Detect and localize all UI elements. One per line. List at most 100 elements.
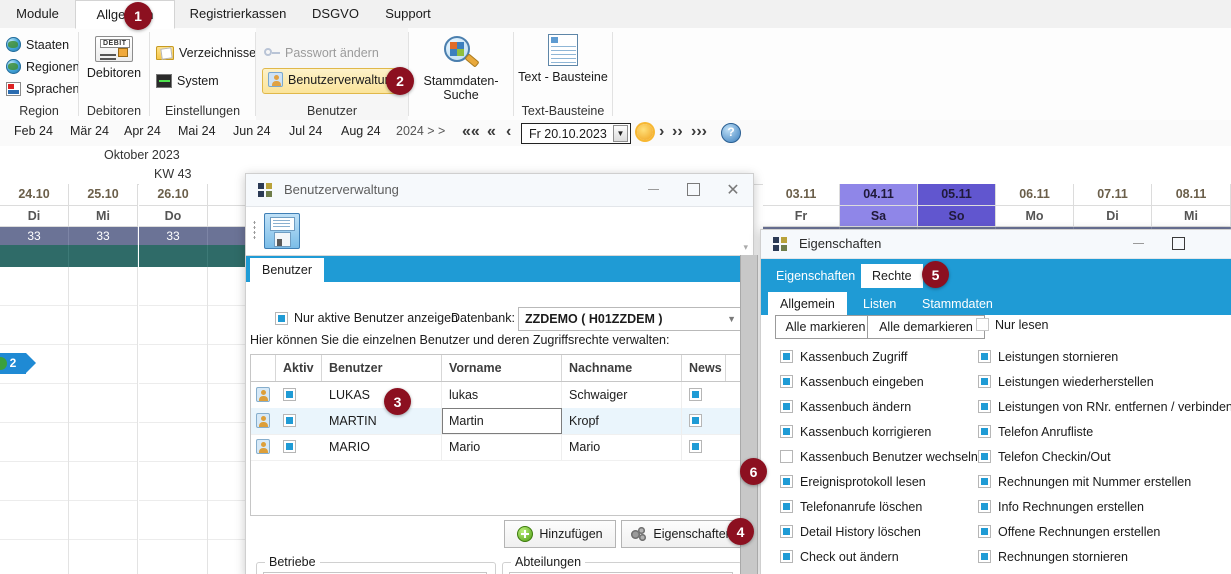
table-row[interactable]: MARIO Mario Mario	[251, 434, 741, 461]
tab-rechte[interactable]: Rechte	[861, 264, 923, 288]
tab-allgemein[interactable]: Allgemein	[768, 292, 847, 316]
chevron-down-icon[interactable]: ▼	[612, 125, 628, 142]
tab-eigenschaften[interactable]: Eigenschaften	[765, 264, 866, 288]
ribbon-item-verzeichnisse[interactable]: Verzeichnisse	[156, 42, 256, 64]
properties-button[interactable]: Eigenschaften	[621, 520, 743, 548]
month-link-aug24[interactable]: Aug 24	[341, 124, 381, 138]
date-input[interactable]: Fr 20.10.2023 ▼	[521, 123, 631, 144]
right-rechnungen-stornieren[interactable]: Rechnungen stornieren	[978, 549, 1128, 565]
column-benutzer[interactable]: Benutzer	[322, 355, 442, 381]
right-telefonanrufe-loeschen[interactable]: Telefonanrufe löschen	[780, 499, 922, 515]
right-leistungen-rnr-entfernen[interactable]: Leistungen von RNr. entfernen / verbinde…	[978, 399, 1231, 415]
right-leistungen-stornieren[interactable]: Leistungen stornieren	[978, 349, 1118, 365]
nav-next-icon[interactable]: ›	[659, 122, 664, 142]
right-check-out-aendern[interactable]: Check out ändern	[780, 549, 899, 565]
nav-prev-fast-icon[interactable]: «	[487, 122, 496, 142]
close-icon[interactable]: ✕	[713, 174, 753, 205]
add-user-button[interactable]: Hinzufügen	[504, 520, 616, 548]
right-telefon-checkin-out[interactable]: Telefon Checkin/Out	[978, 449, 1111, 465]
users-table[interactable]: Aktiv Benutzer Vorname Nachname News LUK…	[250, 354, 742, 516]
year-forward-link[interactable]: 2024 > >	[396, 124, 445, 138]
row-news-checkbox[interactable]	[689, 388, 702, 401]
month-link-apr24[interactable]: Apr 24	[124, 124, 161, 138]
maximize-button[interactable]	[1158, 230, 1198, 257]
month-link-maer24[interactable]: Mär 24	[70, 124, 109, 138]
ribbon-item-staaten[interactable]: Staaten	[6, 34, 69, 56]
right-label: Telefonanrufe löschen	[800, 500, 923, 514]
ribbon-item-debitoren[interactable]: DEBIT Debitoren	[79, 36, 149, 80]
right-kassenbuch-korrigieren[interactable]: Kassenbuch korrigieren	[780, 424, 931, 440]
ribbon-item-regionen[interactable]: Regionen	[6, 56, 80, 78]
right-info-rechnungen-erstellen[interactable]: Info Rechnungen erstellen	[978, 499, 1144, 515]
right-ereignisprotokoll-lesen[interactable]: Ereignisprotokoll lesen	[780, 474, 926, 490]
row-aktiv-checkbox[interactable]	[283, 440, 296, 453]
user-icon	[268, 72, 283, 87]
unmark-all-button[interactable]: Alle demarkieren	[867, 315, 985, 339]
row-aktiv-checkbox[interactable]	[283, 414, 296, 427]
ribbon-item-benutzerverwaltung-label-wrap[interactable]: Benutzerverwaltung	[268, 69, 398, 91]
readonly-checkbox[interactable]	[976, 318, 989, 332]
nav-next-fast-icon[interactable]: ››	[672, 122, 683, 142]
help-icon[interactable]: ?	[721, 123, 741, 143]
right-kassenbuch-eingeben[interactable]: Kassenbuch eingeben	[780, 374, 924, 390]
right-rechnungen-mit-nummer[interactable]: Rechnungen mit Nummer erstellen	[978, 474, 1191, 490]
ribbon-tab-support[interactable]: Support	[368, 0, 448, 28]
calendar-column-26-10[interactable]: 26.10 Do 33	[139, 184, 208, 574]
nav-prev-icon[interactable]: ‹	[506, 122, 511, 142]
ribbon-item-stammdaten-suche[interactable]: Stammdaten-Suche	[409, 36, 513, 102]
table-row[interactable]: MARTIN Martin Kropf	[251, 408, 741, 435]
right-offene-rechnungen-erstellen[interactable]: Offene Rechnungen erstellen	[978, 524, 1160, 540]
abteilungen-label: Abteilungen	[511, 555, 586, 569]
ribbon-tab-registrierkassen[interactable]: Registrierkassen	[173, 0, 303, 28]
sun-icon[interactable]	[637, 124, 653, 140]
month-link-feb24[interactable]: Feb 24	[14, 124, 53, 138]
month-link-mai24[interactable]: Mai 24	[178, 124, 216, 138]
calendar-body[interactable]	[0, 267, 69, 574]
ribbon-item-system[interactable]: System	[156, 70, 219, 92]
minimize-button[interactable]	[633, 174, 673, 205]
toolbar-overflow-icon[interactable]: ▾	[743, 242, 748, 253]
month-link-jun24[interactable]: Jun 24	[233, 124, 271, 138]
month-link-jul24[interactable]: Jul 24	[289, 124, 322, 138]
right-kassenbuch-aendern[interactable]: Kassenbuch ändern	[780, 399, 911, 415]
ribbon-group-textbausteine: Text - Bausteine Text-Bausteine	[514, 28, 612, 120]
ribbon-tab-dsgvo[interactable]: DSGVO	[303, 0, 368, 28]
right-kassenbuch-zugriff[interactable]: Kassenbuch Zugriff	[780, 349, 907, 365]
right-leistungen-wiederherstellen[interactable]: Leistungen wiederherstellen	[978, 374, 1154, 390]
nav-first-icon[interactable]: ««	[462, 122, 480, 142]
calendar-column-24-10[interactable]: 24.10 Di 33	[0, 184, 69, 574]
right-telefon-anrufliste[interactable]: Telefon Anrufliste	[978, 424, 1093, 440]
right-kassenbuch-benutzer-wechseln[interactable]: Kassenbuch Benutzer wechseln	[780, 449, 978, 465]
nav-last-icon[interactable]: ›››	[691, 122, 707, 142]
window-title-bar[interactable]: Eigenschaften	[761, 230, 1231, 259]
save-icon[interactable]	[264, 213, 300, 249]
calendar-body[interactable]	[69, 267, 138, 574]
tab-stammdaten[interactable]: Stammdaten	[910, 292, 1005, 316]
only-active-checkbox[interactable]	[275, 312, 288, 326]
table-row[interactable]: LUKAS lukas Schwaiger	[251, 382, 741, 409]
ribbon-item-passwort-aendern[interactable]: Passwort ändern	[264, 42, 379, 64]
ribbon-item-text-bausteine[interactable]: Text - Bausteine	[514, 34, 612, 84]
calendar-column-25-10[interactable]: 25.10 Mi 33	[69, 184, 138, 574]
maximize-button[interactable]	[673, 174, 713, 205]
right-detail-history-loeschen[interactable]: Detail History löschen	[780, 524, 921, 540]
column-vorname[interactable]: Vorname	[442, 355, 562, 381]
column-aktiv[interactable]: Aktiv	[276, 355, 322, 381]
tab-benutzer[interactable]: Benutzer	[250, 258, 325, 282]
ribbon-tab-module[interactable]: Module	[0, 0, 75, 28]
ribbon-item-sprachen[interactable]: Sprachen	[6, 78, 80, 100]
tab-listen[interactable]: Listen	[851, 292, 908, 316]
minimize-button[interactable]	[1118, 230, 1158, 257]
calendar-left-badge[interactable]: 2	[0, 353, 36, 374]
database-select[interactable]: ZZDEMO ( H01ZZDEM ) ▼	[518, 307, 744, 331]
column-nachname[interactable]: Nachname	[562, 355, 682, 381]
column-news[interactable]: News	[682, 355, 726, 381]
window-title-bar[interactable]: Benutzerverwaltung ✕	[246, 174, 753, 207]
mark-all-button[interactable]: Alle markieren	[775, 315, 876, 339]
row-news-checkbox[interactable]	[689, 414, 702, 427]
row-news-checkbox[interactable]	[689, 440, 702, 453]
calendar-body[interactable]	[139, 267, 208, 574]
key-icon	[264, 46, 280, 60]
row-aktiv-checkbox[interactable]	[283, 388, 296, 401]
toolbar-grip[interactable]	[253, 220, 256, 240]
